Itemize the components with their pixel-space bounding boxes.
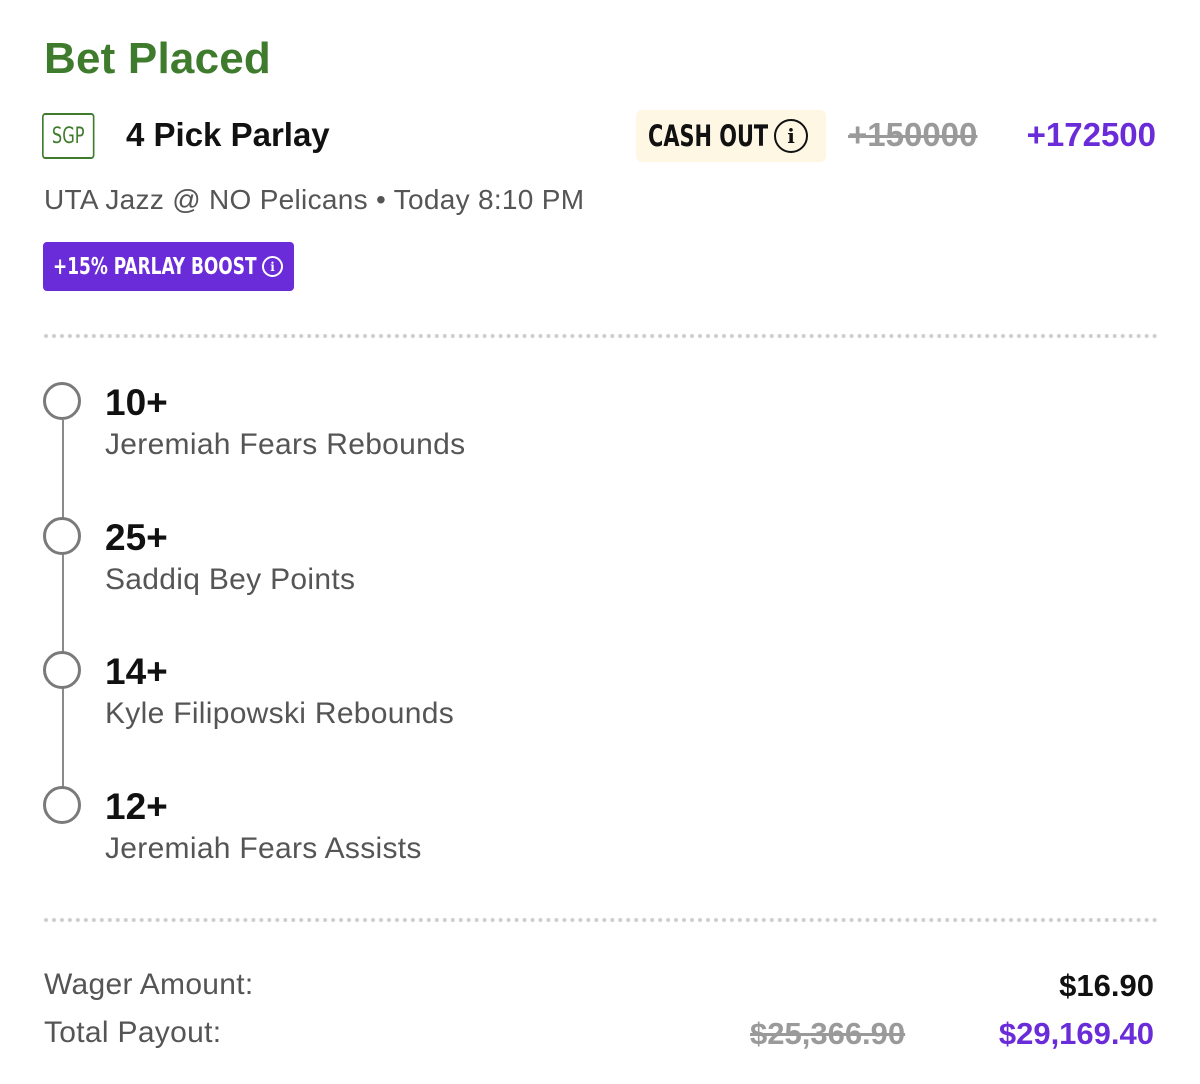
wager-label: Wager Amount: [44, 968, 254, 1001]
wager-amount: $16.90 [1059, 968, 1154, 1003]
parlay-leg: 12+ Jeremiah Fears Assists [43, 786, 943, 886]
cash-out-label: CASH OUT [648, 119, 769, 153]
info-icon[interactable]: i [774, 119, 808, 153]
cash-out-button[interactable]: CASH OUT i [636, 110, 826, 162]
parlay-boost-badge[interactable]: +15% PARLAY BOOST i [43, 242, 294, 291]
empty-circle-icon [43, 517, 81, 555]
boosted-payout: $29,169.40 [998, 1016, 1154, 1051]
parlay-boost-label: +15% PARLAY BOOST [53, 253, 257, 280]
parlay-leg: 14+ Kyle Filipowski Rebounds [43, 651, 943, 751]
empty-circle-icon [43, 382, 81, 420]
parlay-title: 4 Pick Parlay [126, 116, 330, 153]
leg-description: Jeremiah Fears Assists [105, 832, 422, 865]
leg-line: 10+ [105, 382, 168, 423]
empty-circle-icon [43, 651, 81, 689]
divider [44, 918, 1158, 922]
leg-line: 12+ [105, 786, 168, 827]
info-icon[interactable]: i [262, 256, 283, 277]
parlay-leg: 10+ Jeremiah Fears Rebounds [43, 382, 943, 482]
leg-line: 14+ [105, 651, 168, 692]
leg-description: Jeremiah Fears Rebounds [105, 428, 466, 461]
empty-circle-icon [43, 786, 81, 824]
original-payout: $25,366.90 [750, 1016, 906, 1051]
leg-description: Saddiq Bey Points [105, 563, 356, 596]
original-odds: +150000 [848, 116, 978, 153]
payout-label: Total Payout: [44, 1016, 222, 1049]
sgp-badge: SGP [42, 113, 95, 159]
boosted-odds: +172500 [1026, 116, 1156, 153]
leg-description: Kyle Filipowski Rebounds [105, 697, 455, 730]
bet-header: SGP 4 Pick Parlay CASH OUT i +150000 +17… [42, 110, 1156, 164]
leg-line: 25+ [105, 517, 168, 558]
bet-status-title: Bet Placed [44, 34, 271, 83]
parlay-leg: 25+ Saddiq Bey Points [43, 517, 943, 617]
game-info: UTA Jazz @ NO Pelicans • Today 8:10 PM [44, 184, 585, 215]
divider [44, 334, 1158, 338]
